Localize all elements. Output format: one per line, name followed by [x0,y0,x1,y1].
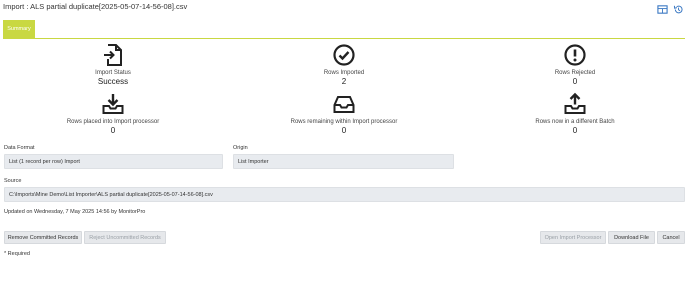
stat-label: Rows remaining within Import processor [290,119,398,125]
data-format-label: Data Format [4,145,35,151]
file-import-icon [104,44,122,66]
origin-field: List Importer [233,154,454,169]
stat-value: 0 [572,126,578,135]
stat-rows-different-batch: Rows now in a different Batch 0 [495,92,655,135]
grid-icon[interactable] [657,4,668,15]
required-note: * Required [4,251,30,257]
history-icon[interactable] [673,4,684,15]
source-label: Source [4,178,22,184]
remove-committed-records-button[interactable]: Remove Committed Records [4,231,82,244]
download-file-button[interactable]: Download File [608,231,655,244]
source-field: C:\Imports\Mine Demo\List Importer\ALS p… [4,187,685,202]
stat-value: Success [97,77,129,86]
check-circle-icon [333,44,355,66]
data-format-field: List (1 record per row) Import [4,154,223,169]
exclamation-circle-icon [564,44,586,66]
stat-import-status: Import Status Success [33,43,193,86]
inbox-tray-icon [333,96,355,113]
reject-uncommitted-records-button[interactable]: Reject Uncommitted Records [84,231,166,244]
stat-rows-rejected: Rows Rejected 0 [495,43,655,86]
download-tray-icon [102,94,124,114]
stat-label: Import Status [95,70,131,76]
cancel-button[interactable]: Cancel [657,231,685,244]
updated-text: Updated on Wednesday, 7 May 2025 14:56 b… [4,209,146,215]
stat-rows-placed: Rows placed into Import processor 0 [33,92,193,135]
stat-label: Rows now in a different Batch [535,119,615,125]
stat-value: 0 [341,126,347,135]
stat-value: 2 [341,77,347,86]
upload-tray-icon [564,92,586,114]
stat-label: Rows Imported [323,70,365,76]
origin-label: Origin [233,145,248,151]
open-import-processor-button[interactable]: Open Import Processor [540,231,606,244]
stat-value: 0 [110,126,116,135]
stat-rows-imported: Rows Imported 2 [264,43,424,86]
page-title: Import : ALS partial duplicate[2025-05-0… [3,2,188,11]
tab-bar: Summary [3,20,685,39]
stat-label: Rows Rejected [554,70,596,76]
stat-value: 0 [572,77,578,86]
stat-label: Rows placed into Import processor [66,119,160,125]
tab-summary[interactable]: Summary [3,20,35,38]
stat-rows-remaining: Rows remaining within Import processor 0 [264,92,424,135]
